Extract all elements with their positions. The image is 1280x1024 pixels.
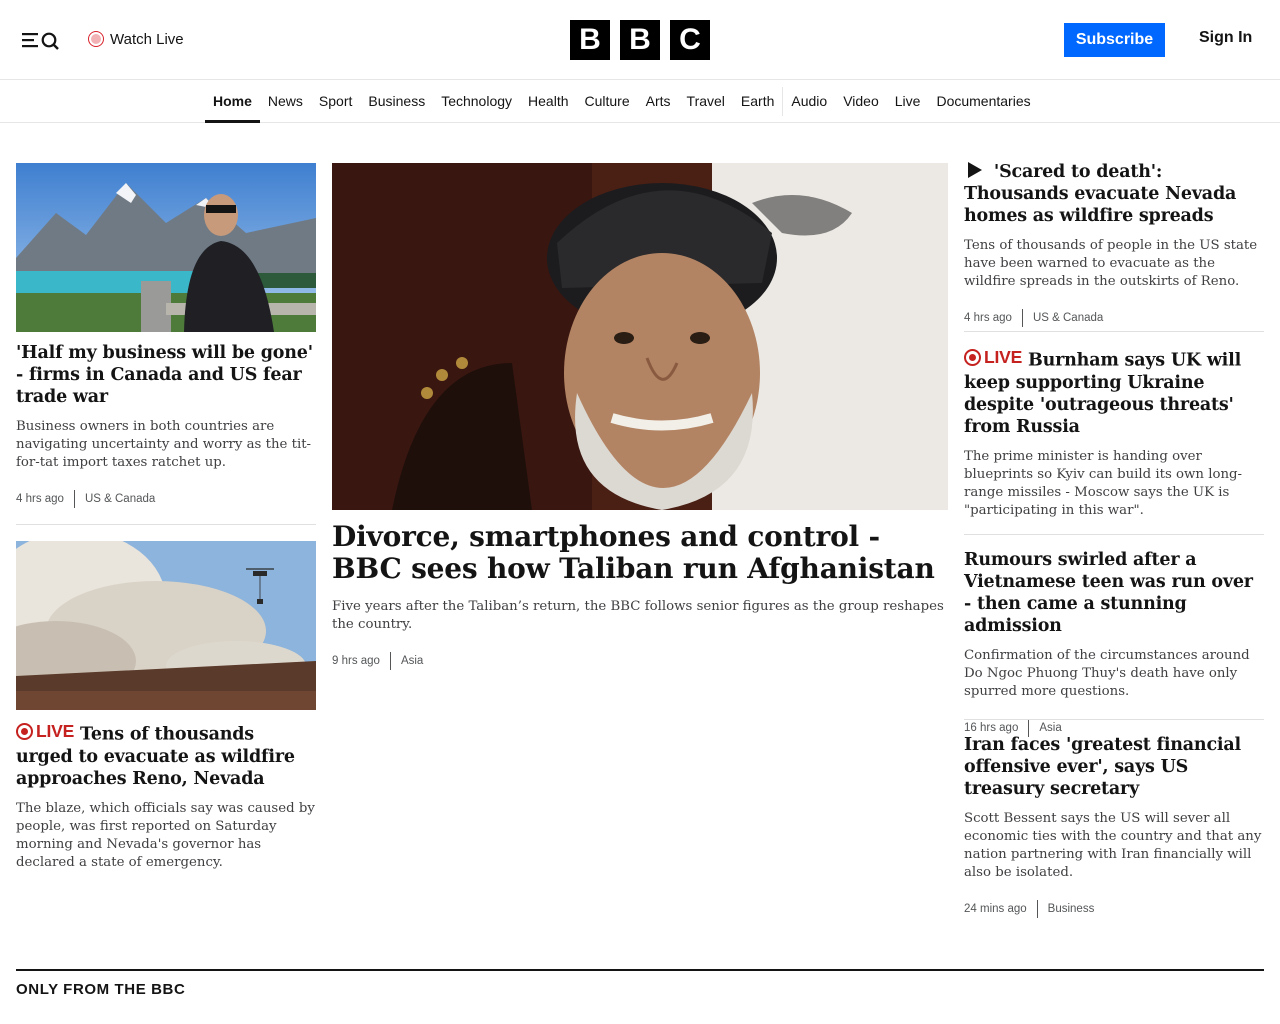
story-divider: [16, 524, 316, 525]
story-summary: Scott Bessent says the US will sever all…: [964, 811, 1262, 880]
story-headline-text: 'Scared to death': Thousands evacuate Ne…: [964, 162, 1237, 226]
story-headline[interactable]: LIVE Burnham says UK will keep supportin…: [964, 346, 1264, 438]
story-meta: 9 hrs ago Asia: [332, 652, 948, 670]
story-divider: [964, 719, 1264, 720]
story-meta: 4 hrs ago US & Canada: [16, 490, 316, 508]
live-dot-icon: [88, 31, 104, 47]
story-divider: [964, 534, 1264, 535]
story-section-link[interactable]: US & Canada: [1021, 309, 1103, 327]
live-badge: LIVE: [964, 346, 1022, 368]
menu-icon: [22, 32, 59, 50]
nav-item-culture[interactable]: Culture: [577, 81, 638, 122]
story-headline[interactable]: Iran faces 'greatest financial offensive…: [964, 734, 1264, 800]
live-label: LIVE: [984, 347, 1023, 367]
story-headline[interactable]: 'Half my business will be gone' - firms …: [16, 342, 316, 408]
bbc-logo[interactable]: B B C: [570, 20, 710, 60]
story-image[interactable]: [16, 163, 316, 332]
bbc-logo-letter: C: [670, 20, 710, 60]
nav-list: Home News Sport Business Technology Heal…: [205, 81, 1039, 123]
watch-live-label: Watch Live: [110, 30, 184, 48]
story-timestamp: 4 hrs ago: [16, 493, 64, 505]
nav-item-health[interactable]: Health: [520, 81, 576, 122]
nav-item-video[interactable]: Video: [835, 81, 887, 122]
story-headline[interactable]: Rumours swirled after a Vietnamese teen …: [964, 549, 1264, 637]
nav-item-home[interactable]: Home: [205, 81, 260, 123]
story-timestamp: 4 hrs ago: [964, 312, 1012, 324]
story-divider: [964, 331, 1264, 332]
main-nav: Home News Sport Business Technology Heal…: [0, 81, 1280, 123]
live-label: LIVE: [36, 721, 75, 741]
nav-item-business[interactable]: Business: [360, 81, 433, 122]
section-heading-only-from-bbc[interactable]: ONLY FROM THE BBC: [16, 969, 1264, 998]
story-card-trade-war: 'Half my business will be gone' - firms …: [16, 163, 316, 508]
lead-story-headline[interactable]: Divorce, smartphones and control - BBC s…: [332, 521, 948, 585]
story-card-iran-treasury: Iran faces 'greatest financial offensive…: [964, 734, 1264, 918]
lead-story-summary: Five years after the Taliban’s return, t…: [332, 599, 944, 632]
nav-item-earth[interactable]: Earth: [733, 81, 782, 122]
story-section-link[interactable]: Business: [1036, 900, 1094, 918]
nav-item-documentaries[interactable]: Documentaries: [928, 81, 1038, 122]
sign-in-button[interactable]: Sign In: [1199, 29, 1252, 47]
story-image[interactable]: [16, 541, 316, 710]
lead-story-image[interactable]: [332, 163, 948, 510]
story-summary: Confirmation of the circumstances around…: [964, 648, 1250, 699]
story-card-wildfire-live: LIVE Tens of thousands urged to evacuate…: [16, 541, 316, 872]
live-dot-icon: [16, 722, 33, 740]
bbc-logo-letter: B: [620, 20, 660, 60]
story-headline[interactable]: 'Scared to death': Thousands evacuate Ne…: [964, 161, 1264, 227]
story-section-link[interactable]: Asia: [389, 652, 423, 670]
nav-item-audio[interactable]: Audio: [783, 81, 835, 122]
nav-item-travel[interactable]: Travel: [679, 81, 733, 122]
story-card-scared-to-death: 'Scared to death': Thousands evacuate Ne…: [964, 161, 1264, 327]
play-icon: [968, 162, 982, 178]
story-card-burnham-live: LIVE Burnham says UK will keep supportin…: [964, 346, 1264, 520]
story-card-vietnam-teen: Rumours swirled after a Vietnamese teen …: [964, 549, 1264, 737]
story-headline[interactable]: LIVE Tens of thousands urged to evacuate…: [16, 720, 316, 790]
nav-item-technology[interactable]: Technology: [433, 81, 520, 122]
nav-item-arts[interactable]: Arts: [638, 81, 679, 122]
story-summary: Business owners in both countries are na…: [16, 419, 312, 470]
site-header: Watch Live B B C Subscribe Sign In: [0, 0, 1280, 80]
search-icon: [41, 32, 59, 50]
lead-story-taliban: Divorce, smartphones and control - BBC s…: [332, 163, 948, 670]
story-timestamp: 24 mins ago: [964, 903, 1027, 915]
story-summary: The prime minister is handing over bluep…: [964, 448, 1243, 518]
story-meta: 4 hrs ago US & Canada: [964, 309, 1264, 327]
menu-search-button[interactable]: [20, 26, 64, 54]
nav-item-sport[interactable]: Sport: [311, 81, 360, 122]
live-badge: LIVE: [16, 720, 74, 742]
watch-live-link[interactable]: Watch Live: [88, 29, 184, 49]
story-meta: 24 mins ago Business: [964, 900, 1264, 918]
story-summary: The blaze, which officials say was cause…: [16, 800, 315, 870]
story-timestamp: 16 hrs ago: [964, 722, 1019, 734]
live-dot-icon: [964, 348, 981, 366]
story-section-link[interactable]: US & Canada: [73, 490, 155, 508]
story-timestamp: 9 hrs ago: [332, 655, 380, 667]
nav-item-news[interactable]: News: [260, 81, 311, 122]
story-summary: Tens of thousands of people in the US st…: [964, 238, 1258, 289]
bbc-logo-letter: B: [570, 20, 610, 60]
nav-item-live[interactable]: Live: [887, 81, 929, 122]
subscribe-button[interactable]: Subscribe: [1064, 23, 1165, 57]
